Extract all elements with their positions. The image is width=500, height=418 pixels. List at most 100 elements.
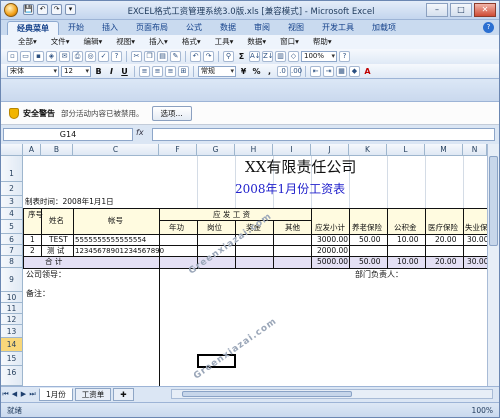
zoom-combo[interactable]: 100% [301,51,337,62]
name-box[interactable]: G14 [3,128,133,141]
close-button[interactable]: ✕ [474,3,496,17]
prev-sheet-icon[interactable]: ◀ [10,390,19,398]
header-post[interactable]: 岗位 [207,223,222,233]
total-unemployment[interactable]: 30.00 [467,257,488,267]
select-all-corner[interactable] [1,144,23,156]
tab-review[interactable]: 审阅 [245,21,279,35]
formula-input[interactable] [152,128,495,141]
row1-unemployment[interactable]: 30.00 [467,235,488,245]
column-header[interactable]: K [349,144,387,156]
autosum-icon[interactable]: Σ [236,51,247,62]
merge-center-icon[interactable]: ⊞ [178,65,189,77]
borders-icon[interactable]: ▦ [336,65,347,77]
sheet-tab-january[interactable]: 1月份 [39,387,73,401]
total-fund[interactable]: 10.00 [397,257,418,267]
new-icon[interactable]: ▫ [7,51,18,62]
print-preview-icon[interactable]: ◎ [85,51,96,62]
row-header-selected[interactable]: 14 [1,338,23,352]
align-left-icon[interactable]: ≡ [139,65,150,77]
tab-developer[interactable]: 开发工具 [313,21,363,35]
menu-window[interactable]: 窗口▾ [273,35,306,49]
tab-data[interactable]: 数据 [211,21,245,35]
row1-medical[interactable]: 20.00 [435,235,456,245]
period-title[interactable]: 2008年1月份工资表 [235,182,345,196]
chart-icon[interactable]: ▥ [275,51,286,62]
decrease-indent-icon[interactable]: ⇤ [310,65,321,77]
header-seq[interactable]: 序号 [28,210,43,220]
row1-fund[interactable]: 10.00 [397,235,418,245]
tab-addins[interactable]: 加载项 [363,21,405,35]
total-pension[interactable]: 50.00 [359,257,380,267]
sort-ascending-icon[interactable]: A↓ [249,51,261,62]
insert-function-icon[interactable]: fx [136,128,148,141]
total-medical[interactable]: 20.00 [435,257,456,267]
office-button[interactable] [4,3,18,17]
research-icon[interactable]: ? [111,51,122,62]
tab-page-layout[interactable]: 页面布局 [127,21,177,35]
permission-icon[interactable]: ◈ [46,51,57,62]
currency-icon[interactable]: ¥ [238,66,249,77]
security-options-button[interactable]: 选项... [151,105,192,121]
tab-home[interactable]: 开始 [59,21,93,35]
row2-seq[interactable]: 2 [30,246,35,256]
row-header[interactable]: 16 [1,366,23,386]
insert-sheet-icon[interactable]: ✚ [113,387,134,401]
header-medical[interactable]: 医疗保险 [428,223,458,233]
next-sheet-icon[interactable]: ▶ [19,390,28,398]
align-right-icon[interactable]: ≡ [165,65,176,77]
paste-icon[interactable]: ▤ [157,51,168,62]
column-header[interactable]: H [235,144,273,156]
header-housing-fund[interactable]: 公积金 [394,223,417,233]
column-header[interactable]: C [73,144,159,156]
align-center-icon[interactable]: ≡ [152,65,163,77]
column-header[interactable]: F [159,144,197,156]
made-time[interactable]: 制表时间：2008年1月1日 [25,197,114,207]
column-header[interactable]: N [463,144,487,156]
underline-button[interactable]: U [119,66,130,77]
column-header[interactable]: I [273,144,311,156]
column-header[interactable]: M [425,144,463,156]
menu-tools[interactable]: 工具▾ [208,35,241,49]
row1-pension[interactable]: 50.00 [359,235,380,245]
hyperlink-icon[interactable]: ⚲ [223,51,234,62]
row1-account[interactable]: 5555555555555554 [75,235,146,245]
remark[interactable]: 备注： [26,289,50,299]
row2-subtotal[interactable]: 2000.00 [317,246,348,256]
company-title[interactable]: XX有限责任公司 [245,158,356,176]
decrease-decimal-icon[interactable]: .00 [290,65,302,77]
increase-indent-icon[interactable]: ⇥ [323,65,334,77]
header-account[interactable]: 帐号 [108,216,123,226]
column-header[interactable]: G [197,144,235,156]
row-header[interactable]: 6 [1,234,23,245]
redo-icon[interactable]: ↷ [51,4,62,15]
row-header[interactable]: 4 [1,208,23,220]
total-subtotal[interactable]: 5000.00 [317,257,348,267]
font-color-icon[interactable]: A [362,66,373,77]
email-icon[interactable]: ✉ [59,51,70,62]
row1-name[interactable]: TEST [49,235,68,245]
menu-file[interactable]: 文件▾ [44,35,77,49]
help-toolbar-icon[interactable]: ? [339,51,350,62]
redo-toolbar-icon[interactable]: ↷ [203,51,214,62]
row1-subtotal[interactable]: 3000.00 [317,235,348,245]
font-name-select[interactable]: 宋体 [7,65,59,77]
drawing-icon[interactable]: ◇ [288,51,299,62]
zoom-level[interactable]: 100% [472,403,493,417]
undo-icon[interactable]: ↶ [37,4,48,15]
minimize-button[interactable]: – [426,3,448,17]
open-icon[interactable]: ▭ [20,51,31,62]
sheet-tab-payslip[interactable]: 工资单 [74,387,112,401]
dept-head[interactable]: 部门负责人： [355,270,403,280]
horizontal-scroll-thumb[interactable] [182,391,352,397]
column-header[interactable]: B [41,144,73,156]
first-sheet-icon[interactable]: ⏮ [1,390,10,399]
tab-formulas[interactable]: 公式 [177,21,211,35]
italic-button[interactable]: I [106,66,117,77]
spelling-icon[interactable]: ✓ [98,51,109,62]
row-header[interactable]: 10 [1,292,23,303]
percent-button[interactable]: % [251,66,262,77]
save-icon[interactable]: 💾 [23,4,34,15]
header-seniority[interactable]: 年功 [169,223,184,233]
tab-view[interactable]: 视图 [279,21,313,35]
tab-classic-menu[interactable]: 经典菜单 [7,21,59,35]
